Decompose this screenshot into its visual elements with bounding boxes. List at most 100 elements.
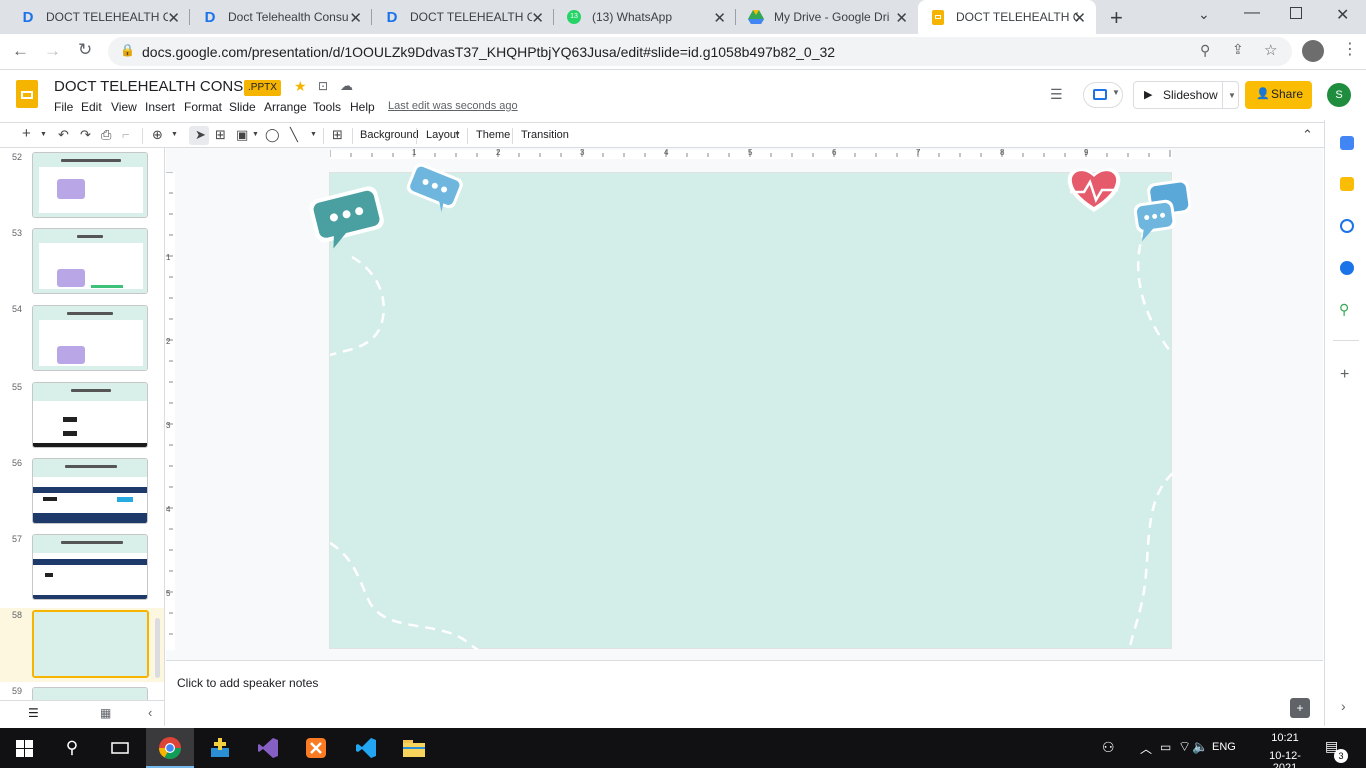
slide-thumbnail[interactable] bbox=[32, 458, 148, 524]
volume-icon[interactable]: 🔈 bbox=[1192, 739, 1208, 755]
share-button[interactable]: 👤 Share bbox=[1245, 81, 1312, 109]
text-box-icon[interactable]: ⊞ bbox=[215, 127, 226, 143]
theme-button[interactable]: Theme bbox=[476, 129, 510, 141]
xampp-icon[interactable] bbox=[292, 728, 340, 768]
language-indicator[interactable]: ENG bbox=[1212, 741, 1236, 753]
undo-icon[interactable]: ↶ bbox=[58, 127, 69, 143]
document-title[interactable]: DOCT TELEHEALTH CONSULT bbox=[54, 78, 270, 95]
filmstrip-scrollbar[interactable] bbox=[155, 618, 160, 678]
close-window-icon[interactable]: ✕ bbox=[1336, 5, 1349, 25]
battery-icon[interactable]: ▭ bbox=[1160, 740, 1171, 754]
close-tab-icon[interactable]: ✕ bbox=[895, 9, 908, 27]
comments-icon[interactable]: ☰ bbox=[1050, 86, 1063, 103]
image-icon[interactable]: ▣ bbox=[236, 127, 248, 143]
menu-tools[interactable]: Tools bbox=[313, 100, 341, 114]
menu-slide[interactable]: Slide bbox=[229, 100, 256, 114]
clock-date[interactable]: 10-12-2021 bbox=[1259, 750, 1311, 774]
layout-dropdown-icon[interactable]: ▼ bbox=[454, 131, 461, 138]
menu-view[interactable]: View bbox=[111, 100, 137, 114]
speaker-notes-placeholder[interactable]: Click to add speaker notes bbox=[177, 676, 318, 690]
slide-thumbnail[interactable] bbox=[32, 687, 148, 700]
reload-icon[interactable]: ↻ bbox=[78, 40, 92, 60]
menu-format[interactable]: Format bbox=[184, 100, 222, 114]
transition-button[interactable]: Transition bbox=[521, 129, 569, 141]
tasks-icon[interactable] bbox=[1340, 219, 1354, 233]
vscode-icon[interactable] bbox=[342, 728, 390, 768]
explore-icon[interactable]: + bbox=[1290, 698, 1310, 718]
paint-format-icon[interactable]: ⌐ bbox=[122, 127, 130, 142]
browser-tab[interactable]: My Drive - Google Dri ✕ bbox=[736, 0, 918, 34]
select-cursor-icon[interactable]: ➤ bbox=[195, 127, 206, 143]
redo-icon[interactable]: ↷ bbox=[80, 127, 91, 143]
minimize-icon[interactable]: — bbox=[1244, 4, 1260, 22]
browser-tab[interactable]: D DOCT TELEHEALTH CO ✕ bbox=[8, 0, 190, 34]
chrome-icon[interactable] bbox=[146, 728, 194, 768]
comment-add-icon[interactable]: ⊞ bbox=[332, 127, 343, 143]
collapse-toolbar-icon[interactable]: ⌃ bbox=[1302, 127, 1313, 143]
slide-thumbnail-selected[interactable] bbox=[32, 610, 149, 678]
new-slide-dropdown-icon[interactable]: ▼ bbox=[40, 131, 47, 138]
contacts-icon[interactable] bbox=[1340, 261, 1354, 275]
close-tab-icon[interactable]: ✕ bbox=[349, 9, 362, 27]
slide-thumbnail[interactable] bbox=[32, 382, 148, 448]
close-tab-icon[interactable]: ✕ bbox=[713, 9, 726, 27]
share-page-icon[interactable]: ⇪ bbox=[1232, 41, 1244, 58]
close-tab-icon[interactable]: ✕ bbox=[167, 9, 180, 27]
slide-thumbnail[interactable] bbox=[32, 305, 148, 371]
menu-arrange[interactable]: Arrange bbox=[264, 100, 307, 114]
menu-edit[interactable]: Edit bbox=[81, 100, 102, 114]
installer-app-icon[interactable] bbox=[196, 728, 244, 768]
network-icon[interactable]: ⌔ bbox=[1178, 738, 1191, 756]
profile-avatar[interactable] bbox=[1302, 40, 1324, 62]
slide-thumbnail[interactable] bbox=[32, 152, 148, 218]
back-icon[interactable]: ← bbox=[12, 41, 29, 61]
restore-icon[interactable] bbox=[1290, 7, 1302, 19]
line-dropdown-icon[interactable]: ▼ bbox=[310, 131, 317, 138]
zoom-icon[interactable]: ⊕ bbox=[152, 127, 163, 143]
hide-side-panel-icon[interactable]: › bbox=[1341, 698, 1346, 714]
close-tab-icon[interactable]: ✕ bbox=[1073, 9, 1086, 27]
bookmark-star-icon[interactable]: ☆ bbox=[1264, 41, 1277, 59]
cloud-status-icon[interactable]: ☁ bbox=[340, 78, 353, 94]
file-explorer-icon[interactable] bbox=[390, 728, 438, 768]
menu-insert[interactable]: Insert bbox=[145, 100, 175, 114]
address-bar[interactable]: 🔒 docs.google.com/presentation/d/1OOULZk… bbox=[108, 37, 1292, 66]
slide[interactable] bbox=[329, 172, 1173, 650]
forward-icon[interactable]: → bbox=[44, 41, 61, 61]
task-view-icon[interactable] bbox=[96, 728, 144, 768]
get-addons-icon[interactable]: + bbox=[1340, 366, 1349, 384]
move-folder-icon[interactable]: ⊡ bbox=[318, 79, 328, 93]
browser-tab[interactable]: 13 (13) WhatsApp ✕ bbox=[554, 0, 736, 34]
slide-thumbnail[interactable] bbox=[32, 228, 148, 294]
clock-time[interactable]: 10:21 bbox=[1264, 732, 1306, 744]
windows-start-icon[interactable] bbox=[0, 728, 48, 768]
browser-tab[interactable]: D DOCT TELEHEALTH CO ✕ bbox=[372, 0, 554, 34]
print-icon[interactable]: ⎙ bbox=[101, 127, 111, 143]
slideshow-button[interactable]: ▶ Slideshow ▼ bbox=[1133, 81, 1239, 109]
slideshow-dropdown-icon[interactable]: ▼ bbox=[1228, 91, 1236, 100]
new-slide-icon[interactable]: + bbox=[22, 125, 31, 142]
shape-icon[interactable]: ◯ bbox=[265, 127, 280, 143]
search-icon[interactable]: ⚲ bbox=[48, 728, 96, 768]
browser-tab-active[interactable]: DOCT TELEHEALTH CO ✕ bbox=[918, 0, 1096, 34]
show-hidden-icons-icon[interactable]: ︿ bbox=[1140, 740, 1152, 757]
browser-tab[interactable]: D Doct Telehealth Consu ✕ bbox=[190, 0, 372, 34]
slide-thumbnail[interactable] bbox=[32, 534, 148, 600]
star-icon[interactable]: ★ bbox=[294, 78, 307, 95]
maps-icon[interactable]: ⚲ bbox=[1339, 301, 1349, 318]
zoom-dropdown-icon[interactable]: ▼ bbox=[171, 131, 178, 138]
new-tab-button[interactable]: + bbox=[1110, 5, 1123, 31]
last-edit-link[interactable]: Last edit was seconds ago bbox=[388, 100, 518, 112]
background-button[interactable]: Background bbox=[360, 129, 419, 141]
close-tab-icon[interactable]: ✕ bbox=[531, 9, 544, 27]
speaker-notes-panel[interactable]: Click to add speaker notes bbox=[166, 660, 1323, 700]
tab-search-icon[interactable]: ⌄ bbox=[1198, 6, 1210, 23]
people-icon[interactable]: ⚇ bbox=[1102, 739, 1115, 756]
visual-studio-icon[interactable] bbox=[244, 728, 292, 768]
keep-icon[interactable] bbox=[1340, 177, 1354, 191]
user-avatar[interactable]: S bbox=[1327, 83, 1351, 107]
browser-menu-icon[interactable]: ⋮ bbox=[1342, 39, 1358, 59]
filmstrip-view-icon[interactable]: ☰ bbox=[28, 706, 39, 720]
present-to-meeting-button[interactable]: ▼ bbox=[1083, 82, 1123, 108]
slides-logo-icon[interactable] bbox=[16, 80, 38, 108]
